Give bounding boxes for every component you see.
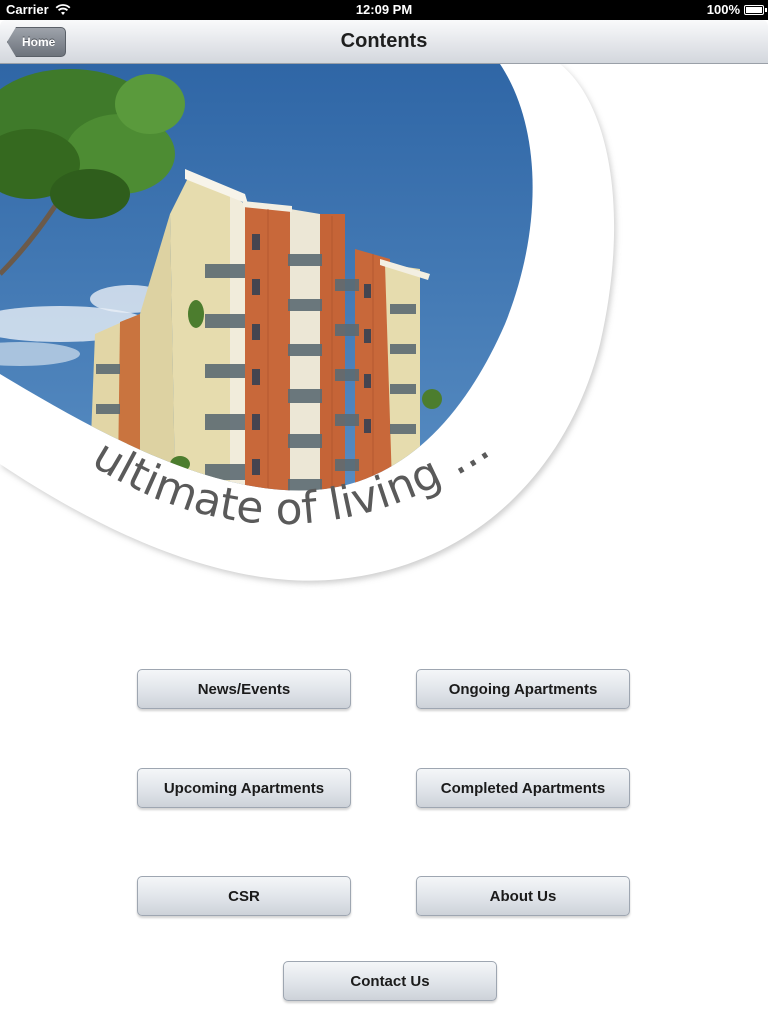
status-bar: Carrier 12:09 PM 100% [0,0,768,20]
contact-us-button[interactable]: Contact Us [283,961,497,1001]
about-us-button[interactable]: About Us [416,876,630,916]
hero-illustration: ultimate of living ... [0,64,617,584]
app-screen: Carrier 12:09 PM 100% Home Contents ulti… [0,0,768,1024]
hero-banner: ultimate of living ... [0,64,768,604]
page-title: Contents [340,30,428,52]
navigation-bar: Home Contents [0,20,768,64]
ongoing-apartments-button[interactable]: Ongoing Apartments [416,669,630,709]
csr-button[interactable]: CSR [137,876,351,916]
upcoming-apartments-button[interactable]: Upcoming Apartments [137,768,351,808]
status-time: 12:09 PM [355,2,413,17]
battery-indicator: 100% [706,2,767,17]
battery-percent: 100% [706,2,740,17]
news-events-button[interactable]: News/Events [137,669,351,709]
battery-icon [744,4,767,15]
completed-apartments-button[interactable]: Completed Apartments [416,768,630,808]
